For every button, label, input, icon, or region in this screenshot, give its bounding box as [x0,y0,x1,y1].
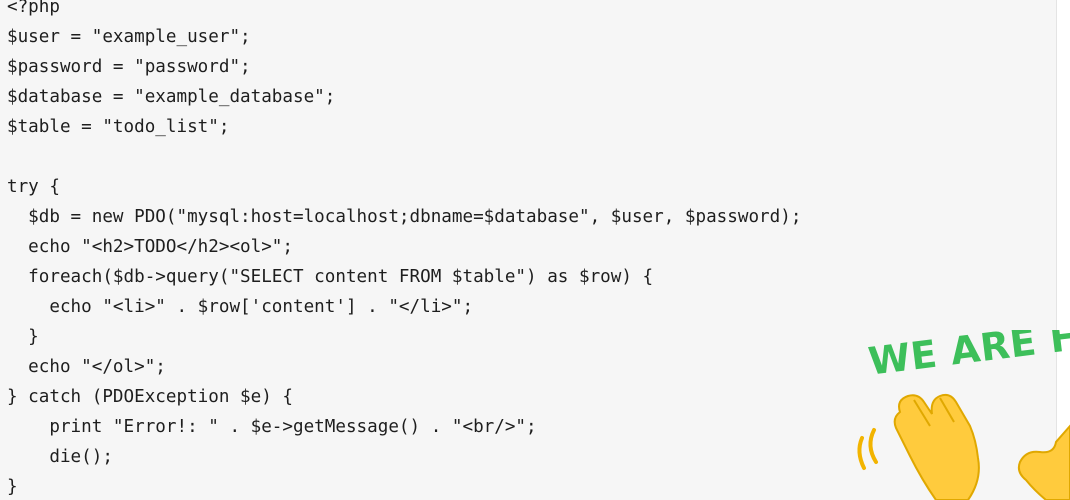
code-line: $table = "todo_list"; [7,117,230,137]
code-line: } [7,327,39,347]
code-block: <?php $user = "example_user"; $password = … [7,0,801,500]
waving-hand-icon [857,393,1070,500]
code-line: die(); [7,447,113,467]
code-line: } [7,477,18,497]
code-line: $user = "example_user"; [7,27,251,47]
code-line: <?php [7,0,60,17]
code-line: echo "<h2>TODO</h2><ol>"; [7,237,293,257]
we-are-here-badge[interactable]: WE ARE H [850,330,1070,500]
code-line: echo "<li>" . $row['content'] . "</li>"; [7,297,474,317]
code-line: echo "</ol>"; [7,357,166,377]
code-line: print "Error!: " . $e->getMessage() . "<… [7,417,537,437]
code-line: $password = "password"; [7,57,251,77]
code-line: $database = "example_database"; [7,87,336,107]
code-line: } catch (PDOException $e) { [7,387,293,407]
code-line: $db = new PDO("mysql:host=localhost;dbna… [7,207,802,227]
code-line: foreach($db->query("SELECT content FROM … [7,267,654,287]
code-line: try { [7,177,60,197]
